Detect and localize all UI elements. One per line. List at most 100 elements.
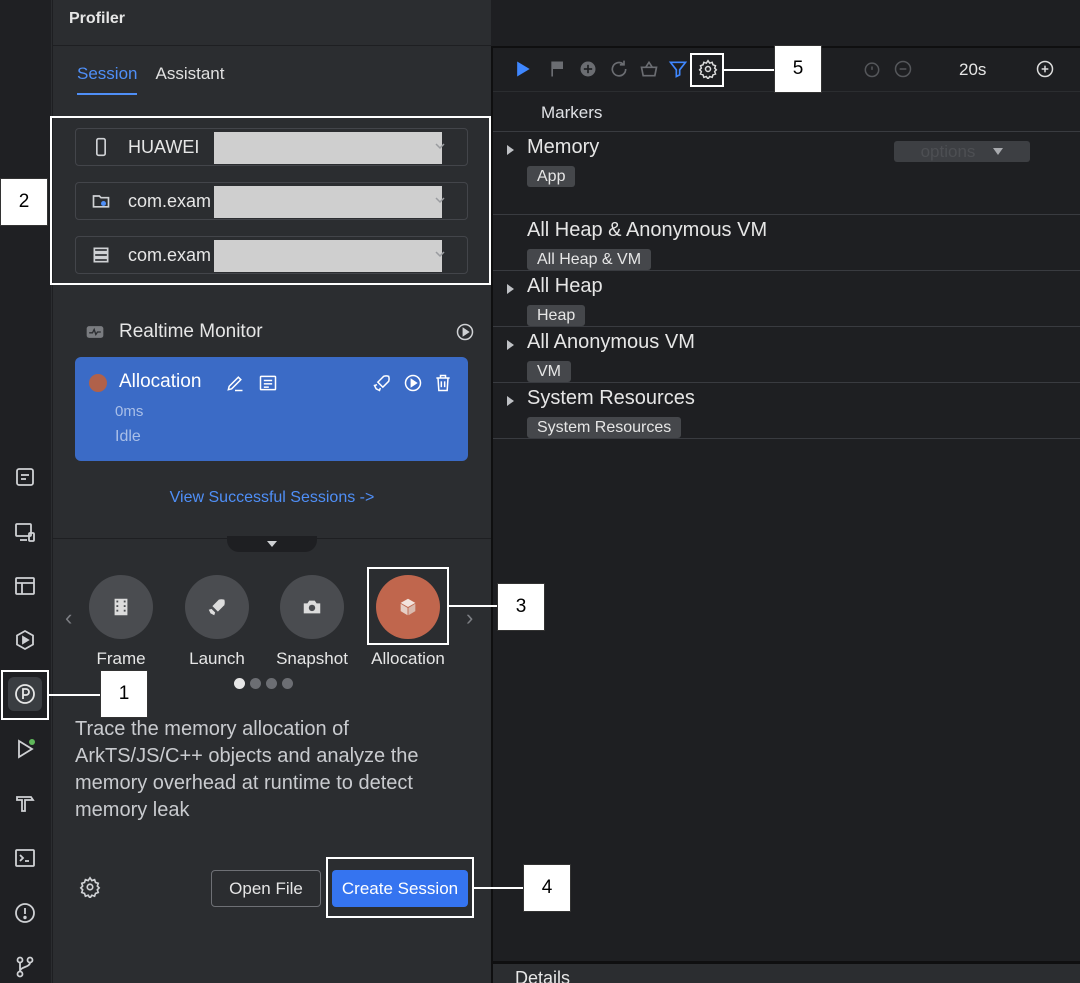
track-tag: App: [527, 166, 576, 187]
terminal-icon[interactable]: [8, 841, 42, 875]
rocket-icon[interactable]: [372, 373, 392, 393]
run-icon[interactable]: [8, 732, 42, 766]
allocation-session-card[interactable]: Allocation 0ms Idle: [75, 357, 468, 461]
row-divider: [493, 438, 1080, 439]
zoom-level: 20s: [959, 60, 987, 79]
track-title: System Resources: [527, 387, 695, 409]
record-play-icon[interactable]: [513, 59, 533, 79]
timeline-area: 20s Markers Memory App options All Heap …: [491, 46, 1080, 983]
notes-icon[interactable]: [8, 460, 42, 494]
build-hammer-icon[interactable]: [8, 786, 42, 820]
list-icon[interactable]: [258, 373, 278, 393]
refresh-icon[interactable]: [609, 59, 629, 79]
options-label: options: [920, 141, 976, 161]
page-dot[interactable]: [282, 678, 293, 689]
session-type-description: Trace the memory allocation of ArkTS/JS/…: [75, 718, 419, 821]
callout-line: [49, 694, 101, 696]
session-name: Allocation: [119, 371, 202, 392]
realtime-monitor-label: Realtime Monitor: [119, 321, 263, 342]
rocket-icon: [185, 575, 249, 639]
flag-icon[interactable]: [548, 59, 568, 79]
details-panel-header[interactable]: Details: [493, 961, 1080, 983]
device-manager-icon[interactable]: [8, 515, 42, 549]
track-tag: System Resources: [527, 417, 682, 438]
filter-icon[interactable]: [668, 59, 688, 79]
expand-triangle-icon[interactable]: [507, 284, 514, 294]
realtime-monitor-item[interactable]: Realtime Monitor: [85, 318, 475, 346]
panel-tabs: Session Assistant: [77, 64, 224, 95]
allocation-icon: [89, 374, 107, 392]
caret-down-icon: [267, 541, 277, 547]
collapse-toggle[interactable]: [227, 536, 317, 552]
trash-icon[interactable]: [433, 373, 453, 393]
timer-icon[interactable]: [862, 59, 882, 79]
expand-triangle-icon[interactable]: [507, 340, 514, 350]
track-title: All Heap: [527, 275, 603, 297]
run-hexagon-icon[interactable]: [8, 623, 42, 657]
callout-line: [724, 69, 775, 71]
session-type-launch[interactable]: Launch: [172, 575, 262, 669]
row-divider: [493, 382, 1080, 383]
callout-2: 2: [0, 178, 48, 226]
track-tag: All Heap & VM: [527, 249, 652, 270]
camera-icon: [280, 575, 344, 639]
page-dot[interactable]: [250, 678, 261, 689]
highlight-create-session: [326, 857, 474, 918]
session-type-label: Frame: [96, 649, 146, 668]
add-circle-icon[interactable]: [578, 59, 598, 79]
page-dot[interactable]: [234, 678, 245, 689]
track-title: Memory: [527, 136, 600, 158]
zoom-out-icon[interactable]: [893, 59, 913, 79]
highlight-allocation-type: [367, 567, 449, 645]
session-type-label: Launch: [189, 649, 245, 668]
problems-icon[interactable]: [8, 896, 42, 930]
session-elapsed: 0ms: [115, 403, 144, 420]
panel-divider: [53, 45, 491, 46]
frame-icon: [89, 575, 153, 639]
tab-session[interactable]: Session: [77, 64, 138, 95]
open-file-button[interactable]: Open File: [211, 870, 321, 907]
callout-line: [449, 605, 498, 607]
row-divider: [493, 131, 1080, 132]
basket-icon[interactable]: [639, 59, 659, 79]
row-divider: [493, 326, 1080, 327]
session-state: Idle: [115, 428, 141, 445]
callout-4: 4: [523, 864, 571, 912]
details-label: Details: [515, 968, 571, 983]
callout-line: [474, 887, 524, 889]
track-title: All Anonymous VM: [527, 331, 695, 353]
highlight-profiler-icon: [1, 670, 49, 720]
highlight-selectors: [50, 116, 491, 285]
view-successful-sessions-link[interactable]: View Successful Sessions ->: [53, 489, 491, 507]
callout-3: 3: [497, 583, 545, 631]
carousel-pagination: [234, 678, 293, 689]
page-dot[interactable]: [266, 678, 277, 689]
version-control-icon[interactable]: [8, 950, 42, 983]
session-type-frame[interactable]: Frame: [76, 575, 166, 669]
session-type-label: Snapshot: [276, 649, 348, 668]
layout-icon[interactable]: [8, 569, 42, 603]
expand-triangle-icon[interactable]: [507, 396, 514, 406]
edit-icon[interactable]: [225, 373, 245, 393]
play-circle-icon[interactable]: [455, 322, 475, 342]
gear-icon[interactable]: [79, 876, 101, 898]
zoom-in-icon[interactable]: [1035, 59, 1055, 79]
expand-triangle-icon[interactable]: [507, 145, 514, 155]
session-type-label: Allocation: [371, 649, 445, 668]
row-divider: [493, 214, 1080, 215]
play-circle-icon[interactable]: [403, 373, 423, 393]
options-dropdown[interactable]: options: [894, 141, 1030, 162]
markers-label: Markers: [541, 103, 603, 122]
monitor-icon: [86, 326, 104, 338]
callout-1: 1: [100, 670, 148, 718]
panel-title: Profiler: [69, 10, 126, 27]
highlight-settings-gear: [690, 53, 724, 87]
callout-5: 5: [774, 45, 822, 93]
track-tag: VM: [527, 361, 571, 382]
tab-assistant[interactable]: Assistant: [155, 64, 224, 95]
session-type-snapshot[interactable]: Snapshot: [267, 575, 357, 669]
track-tag: Heap: [527, 305, 586, 326]
row-divider: [493, 270, 1080, 271]
caret-down-icon: [993, 148, 1004, 155]
activity-bar: [0, 0, 52, 983]
